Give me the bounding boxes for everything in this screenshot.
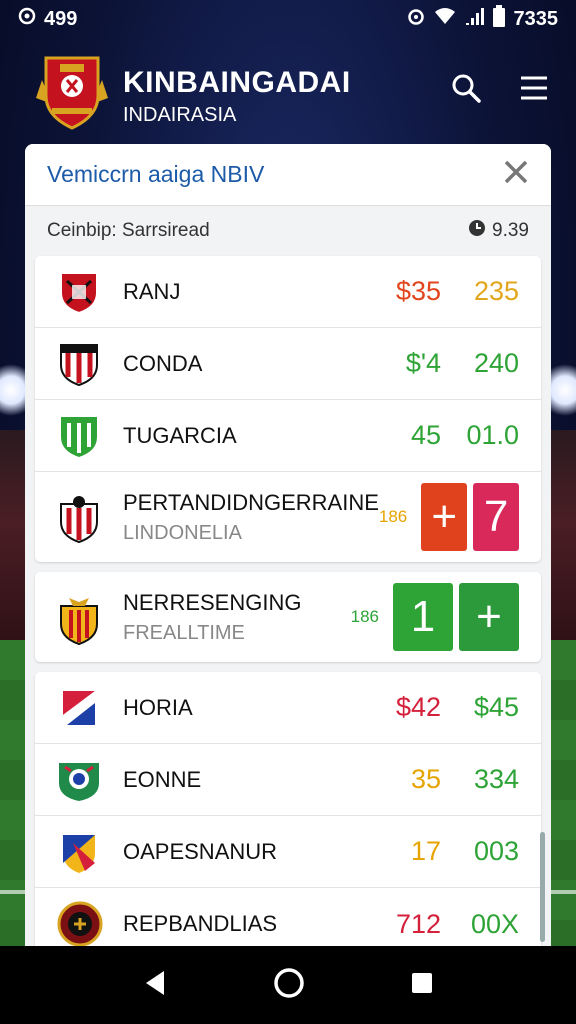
bet-tile-home[interactable]: + [421,483,468,551]
odds-away[interactable]: 334 [441,764,519,795]
team-name: TUGARCIA [123,422,237,448]
team-name: PERTANDIDNGERRAINE [123,489,379,515]
red-shield-icon [57,269,101,315]
odds-panel: Vemiccrn aaiga NBIV Ceinbip: Sarrsiread … [25,144,551,954]
odds-home[interactable]: 712 [379,909,441,940]
yellow-crest-icon [57,594,101,646]
app-bar: KINBAINGADAI INDAIRASIA [0,48,576,138]
app-notification-icon [18,7,36,31]
match-count: 186 [378,507,408,526]
search-icon[interactable] [446,68,486,108]
app-subtitle: INDAIRASIA [123,104,237,126]
match-group: RANJ $35 235 CONDA $'4 240 TUGARCIA 45 0… [35,256,541,562]
close-icon[interactable] [503,159,529,190]
match-row[interactable]: EONNE 35 334 [35,744,541,816]
match-row[interactable]: NERRESENGING FREALLTIME 186 1 + [35,572,541,662]
team-name: REPBANDLIAS [123,911,278,936]
bet-tile-away[interactable]: 7 [473,483,519,551]
home-icon[interactable] [272,966,306,1005]
match-row[interactable]: TUGARCIA 45 01.0 [35,400,541,472]
status-bar: 499 7335 [0,0,576,38]
team-name: EONNE [123,766,202,792]
match-row[interactable]: CONDA $'4 240 [35,328,541,400]
signal-icon [464,7,484,31]
match-row[interactable]: HORIA $42 $45 [35,672,541,744]
tricolor-badge-icon [57,829,101,875]
team-subname: LINDONELIA [123,521,242,544]
wifi-icon [434,7,456,31]
status-right-text: 7335 [513,7,559,30]
green-shield-icon [57,413,101,459]
green-crest-icon [57,757,101,803]
bet-tile-away[interactable]: + [459,583,519,651]
team-name: HORIA [123,694,193,720]
team-name: CONDA [123,350,203,376]
odds-away[interactable]: 240 [441,348,519,379]
odds-home[interactable]: 17 [379,836,441,867]
panel-subtitle: Ceinbip: Sarrsiread [47,220,210,241]
club-logo-icon[interactable] [36,50,108,130]
odds-away[interactable]: 01.0 [441,420,519,451]
team-name: NERRESENGING [123,589,302,615]
battery-icon [492,5,506,33]
flag-badge-icon [57,685,101,731]
red-stripe-shield-icon [57,341,101,387]
app-title: KINBAINGADAI [123,66,351,99]
match-count: 186 [350,607,379,626]
panel-header: Vemiccrn aaiga NBIV [25,144,551,206]
team-name: RANJ [123,278,181,304]
panel-subheader: Ceinbip: Sarrsiread 9.39 [25,206,551,256]
odds-home[interactable]: 45 [379,420,441,451]
odds-home[interactable]: $35 [379,276,441,307]
recents-icon[interactable] [410,971,434,1000]
odds-away[interactable]: 00X [441,909,519,940]
odds-home[interactable]: $'4 [379,348,441,379]
match-row[interactable]: PERTANDIDNGERRAINE LINDONELIA 186 + 7 [35,472,541,562]
match-row[interactable]: RANJ $35 235 [35,256,541,328]
team-subname: FREALLTIME [123,621,245,644]
odds-home[interactable]: 35 [379,764,441,795]
match-group: HORIA $42 $45 EONNE 35 334 OAPESNANUR 17… [35,672,541,954]
odds-home[interactable]: $42 [379,692,441,723]
match-group: NERRESENGING FREALLTIME 186 1 + [35,572,541,662]
scrollbar[interactable] [540,832,545,942]
status-left-text: 499 [44,7,78,30]
system-nav-bar [0,946,576,1024]
menu-icon[interactable] [514,68,554,108]
clock-icon [468,219,486,243]
match-row[interactable]: OAPESNANUR 17 003 [35,816,541,888]
odds-away[interactable]: 003 [441,836,519,867]
club-shield-icon [57,494,101,544]
panel-time: 9.39 [492,220,529,241]
odds-away[interactable]: 235 [441,276,519,307]
team-name: OAPESNANUR [123,838,278,864]
alarm-icon [406,6,426,32]
match-row[interactable]: REPBANDLIAS 712 00X [35,888,541,954]
back-icon[interactable] [142,969,168,1002]
odds-away[interactable]: $45 [441,692,519,723]
round-crest-icon [57,901,103,947]
panel-title: Vemiccrn aaiga NBIV [47,161,265,187]
bet-tile-home[interactable]: 1 [393,583,453,651]
